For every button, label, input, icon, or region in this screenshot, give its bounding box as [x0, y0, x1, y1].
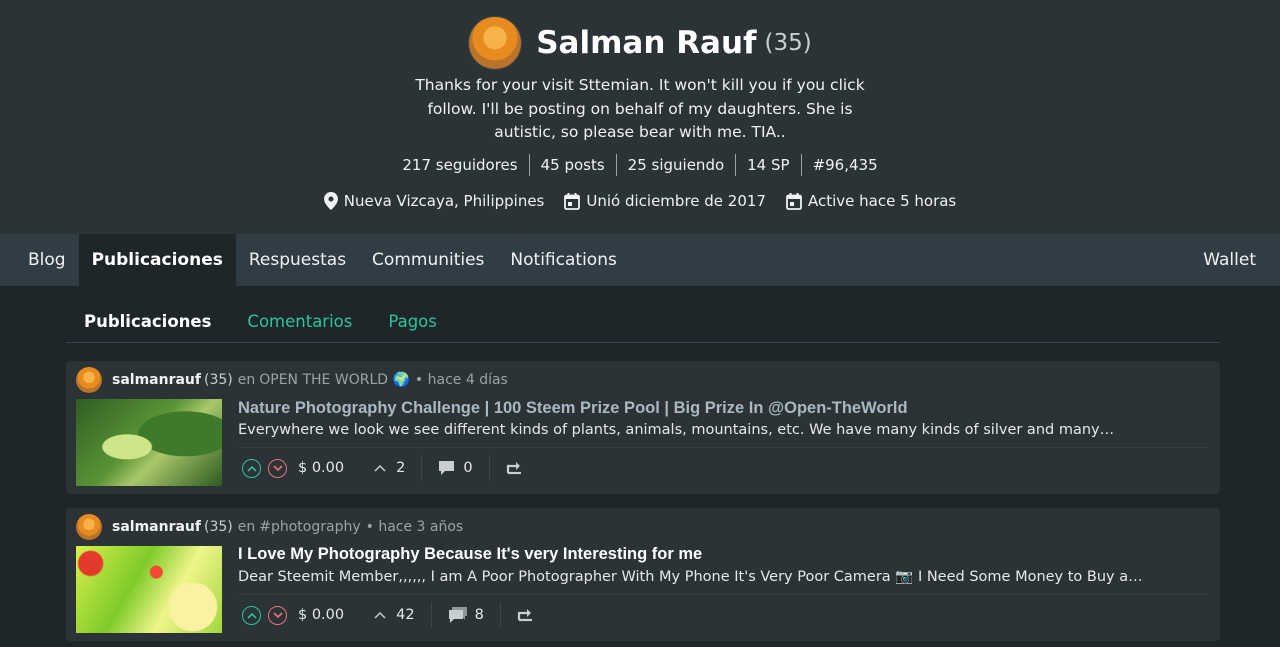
- author-rep: (35): [204, 372, 233, 388]
- author-avatar[interactable]: [76, 514, 102, 540]
- location: Nueva Vizcaya, Philippines: [323, 192, 545, 210]
- subtab-comentarios[interactable]: Comentarios: [247, 312, 352, 331]
- join-date-text: Unió diciembre de 2017: [586, 192, 766, 210]
- subtab-publicaciones[interactable]: Publicaciones: [66, 312, 211, 331]
- tab-notifications[interactable]: Notifications: [497, 234, 629, 286]
- profile-about: Thanks for your visit Sttemian. It won't…: [415, 76, 865, 141]
- profile-name-row: Salman Rauf (35): [0, 16, 1280, 70]
- posts-count: 45 posts: [528, 154, 616, 176]
- post-time[interactable]: • hace 3 años: [366, 519, 464, 535]
- comments-count[interactable]: 0: [438, 460, 473, 476]
- comments-count-value: 0: [463, 460, 473, 476]
- rank: #96,435: [800, 154, 889, 176]
- author-rep: (35): [204, 519, 233, 535]
- last-active: Active hace 5 horas: [786, 192, 956, 210]
- post-card: salmanrauf (35) en #photography • hace 3…: [66, 508, 1220, 641]
- resteem-button[interactable]: [506, 461, 523, 475]
- comment-bubble-icon: [439, 461, 455, 475]
- tab-communities[interactable]: Communities: [359, 234, 497, 286]
- profile-header: Salman Rauf (35) Thanks for your visit S…: [0, 0, 1280, 234]
- payout-value[interactable]: $ 0.00: [298, 460, 344, 476]
- post-time[interactable]: • hace 4 días: [415, 372, 508, 388]
- tab-respuestas[interactable]: Respuestas: [236, 234, 359, 286]
- following-count[interactable]: 25 siguiendo: [615, 154, 735, 176]
- reputation-score: (35): [764, 30, 812, 56]
- downvote-button[interactable]: [268, 605, 287, 625]
- vote-count-value: 2: [396, 460, 406, 476]
- divider: [430, 602, 432, 628]
- community-link[interactable]: OPEN THE WORLD 🌍: [259, 372, 410, 388]
- followers-count[interactable]: 217 seguidores: [391, 154, 528, 176]
- post-thumbnail[interactable]: [76, 546, 222, 633]
- caret-up-icon: [374, 464, 386, 472]
- author-avatar[interactable]: [76, 367, 102, 393]
- comments-bubble-icon: [448, 607, 467, 623]
- divider: [499, 602, 501, 628]
- community-link[interactable]: #photography: [259, 519, 360, 535]
- profile-meta: Nueva Vizcaya, Philippines Unió diciembr…: [0, 192, 1280, 210]
- tab-blog[interactable]: Blog: [0, 234, 79, 286]
- post-actions: $ 0.00 2 0: [242, 455, 523, 481]
- wallet-link[interactable]: Wallet: [1203, 234, 1256, 286]
- last-active-text: Active hace 5 horas: [807, 192, 957, 210]
- chevron-down-icon: [272, 611, 283, 618]
- location-pin-icon: [323, 192, 338, 210]
- vote-count-value: 42: [396, 607, 415, 623]
- post-header: salmanrauf (35) en OPEN THE WORLD 🌍 • ha…: [76, 367, 508, 393]
- profile-stats: 217 seguidores 45 posts 25 siguiendo 14 …: [0, 154, 1280, 176]
- vote-count[interactable]: 2: [374, 460, 405, 476]
- sub-tabs: Publicaciones Comentarios Pagos: [66, 300, 1220, 343]
- author-name[interactable]: salmanrauf: [112, 519, 201, 535]
- location-text: Nueva Vizcaya, Philippines: [343, 192, 545, 210]
- tab-publicaciones[interactable]: Publicaciones: [78, 234, 236, 286]
- post-actions: $ 0.00 42 8: [242, 602, 534, 628]
- avatar[interactable]: [468, 16, 523, 70]
- post-excerpt[interactable]: Everywhere we look we see different kind…: [238, 422, 1198, 438]
- chevron-up-icon: [246, 612, 257, 619]
- community-prefix: en: [237, 372, 256, 388]
- divider: [488, 455, 490, 481]
- chevron-up-icon: [246, 465, 257, 472]
- subtab-pagos[interactable]: Pagos: [388, 312, 437, 331]
- profile-name: Salman Rauf: [536, 25, 757, 61]
- post-title[interactable]: Nature Photography Challenge | 100 Steem…: [238, 399, 908, 418]
- calendar-icon: [786, 192, 802, 210]
- calendar-icon: [564, 192, 581, 210]
- caret-up-icon: [374, 611, 386, 619]
- payout-value[interactable]: $ 0.00: [298, 607, 344, 623]
- divider: [238, 447, 1208, 448]
- resteem-icon: [506, 462, 521, 475]
- post-card: salmanrauf (35) en OPEN THE WORLD 🌍 • ha…: [66, 361, 1220, 494]
- divider: [238, 594, 1208, 595]
- comments-count-value: 8: [474, 607, 484, 623]
- steem-power: 14 SP: [735, 154, 800, 176]
- resteem-button[interactable]: [517, 608, 534, 622]
- upvote-button[interactable]: [242, 458, 261, 478]
- downvote-button[interactable]: [268, 458, 287, 478]
- post-thumbnail[interactable]: [76, 399, 222, 486]
- community-prefix: en: [237, 519, 256, 535]
- post-title[interactable]: I Love My Photography Because It's very …: [238, 545, 702, 564]
- divider: [421, 455, 423, 481]
- profile-nav: Blog Publicaciones Respuestas Communitie…: [0, 234, 1280, 286]
- comments-count[interactable]: 8: [448, 607, 484, 623]
- post-header: salmanrauf (35) en #photography • hace 3…: [76, 514, 463, 540]
- join-date: Unió diciembre de 2017: [564, 192, 766, 210]
- author-name[interactable]: salmanrauf: [112, 372, 201, 388]
- chevron-down-icon: [272, 464, 283, 471]
- upvote-button[interactable]: [242, 605, 261, 625]
- vote-count[interactable]: 42: [374, 607, 415, 623]
- post-excerpt[interactable]: Dear Steemit Member,,,,,, I am A Poor Ph…: [238, 568, 1198, 585]
- resteem-icon: [517, 609, 532, 622]
